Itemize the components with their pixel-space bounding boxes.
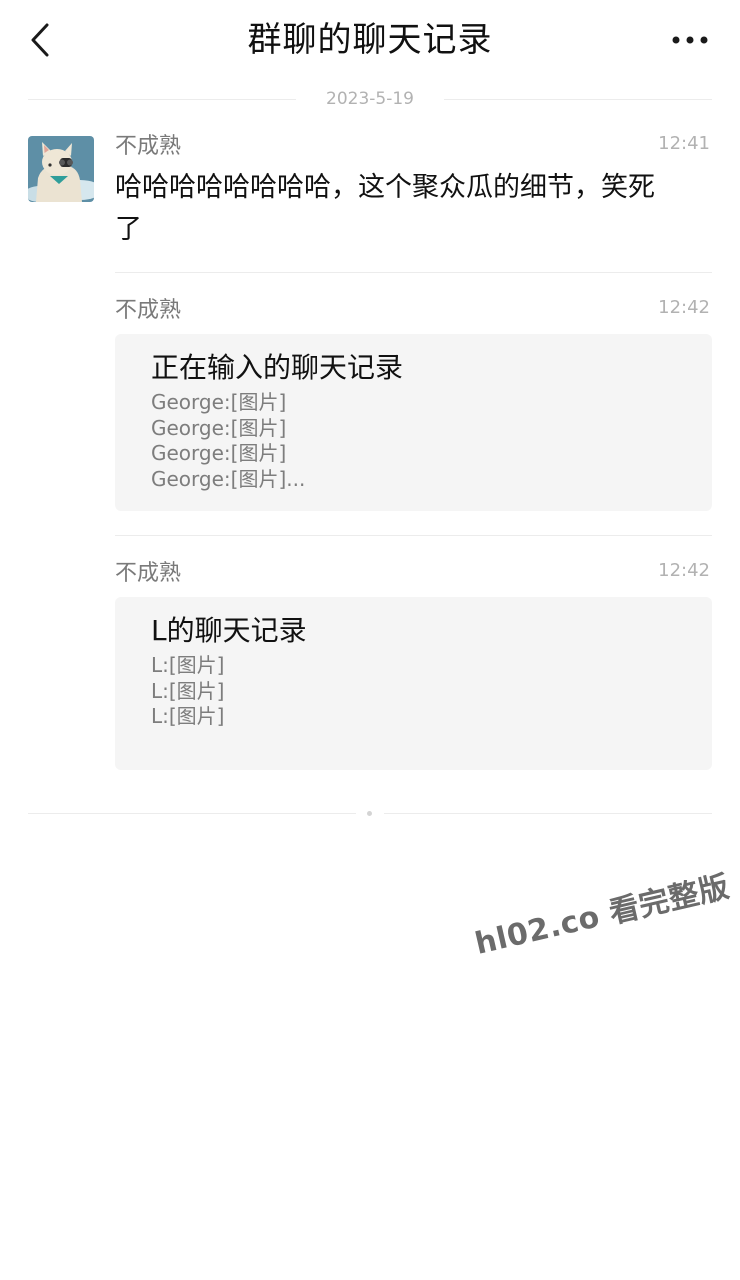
message-text-line: 哈哈哈哈哈哈哈哈，这个聚众瓜的细节，笑死 (115, 172, 655, 203)
chat-record-line: L:[图片] (151, 678, 225, 703)
avatar[interactable] (28, 136, 94, 202)
more-button[interactable] (666, 20, 714, 60)
more-dots-icon (672, 36, 708, 44)
chat-record-card[interactable]: 正在输入的聊天记录 George:[图片] George:[图片] George… (115, 334, 712, 511)
avatar-image (28, 136, 94, 202)
end-divider (28, 806, 712, 822)
message-separator (115, 272, 712, 273)
nav-bar: 群聊的聊天记录 (0, 0, 740, 80)
sender-name: 不成熟 (115, 134, 182, 159)
chat-record-line: George:[图片] (151, 441, 287, 465)
chat-record-preview: George:[图片] George:[图片] George:[图片] Geor… (151, 390, 305, 492)
chat-record-line: L:[图片] (151, 653, 225, 677)
divider-line (384, 813, 712, 814)
divider-line (28, 813, 356, 814)
chat-record-line: George:[图片] (151, 390, 287, 414)
page-title: 群聊的聊天记录 (247, 20, 493, 60)
chat-record-line: George:[图片] (151, 415, 287, 440)
chat-record-title: L的聊天记录 (151, 614, 307, 647)
divider-line (444, 99, 712, 100)
chat-record-title: 正在输入的聊天记录 (151, 351, 404, 384)
date-divider: 2023-5-19 (28, 84, 712, 114)
end-dot (367, 811, 372, 816)
message-time: 12:41 (658, 133, 710, 154)
chat-record-line: L:[图片] (151, 704, 225, 728)
message-text-line: 了 (115, 214, 142, 245)
message-separator (115, 535, 712, 536)
chat-record-card[interactable]: L的聊天记录 L:[图片] L:[图片] L:[图片] (115, 597, 712, 770)
message-time: 12:42 (658, 560, 710, 581)
sender-name: 不成熟 (115, 561, 182, 586)
watermark: hl02.co 看完整版 (471, 869, 733, 962)
message-text[interactable]: 哈哈哈哈哈哈哈哈，这个聚众瓜的细节，笑死 了 (115, 167, 712, 251)
sender-name: 不成熟 (115, 298, 182, 323)
chat-record-line: George:[图片]... (151, 466, 306, 491)
chat-record-preview: L:[图片] L:[图片] L:[图片] (151, 653, 225, 730)
message-time: 12:42 (658, 297, 710, 318)
